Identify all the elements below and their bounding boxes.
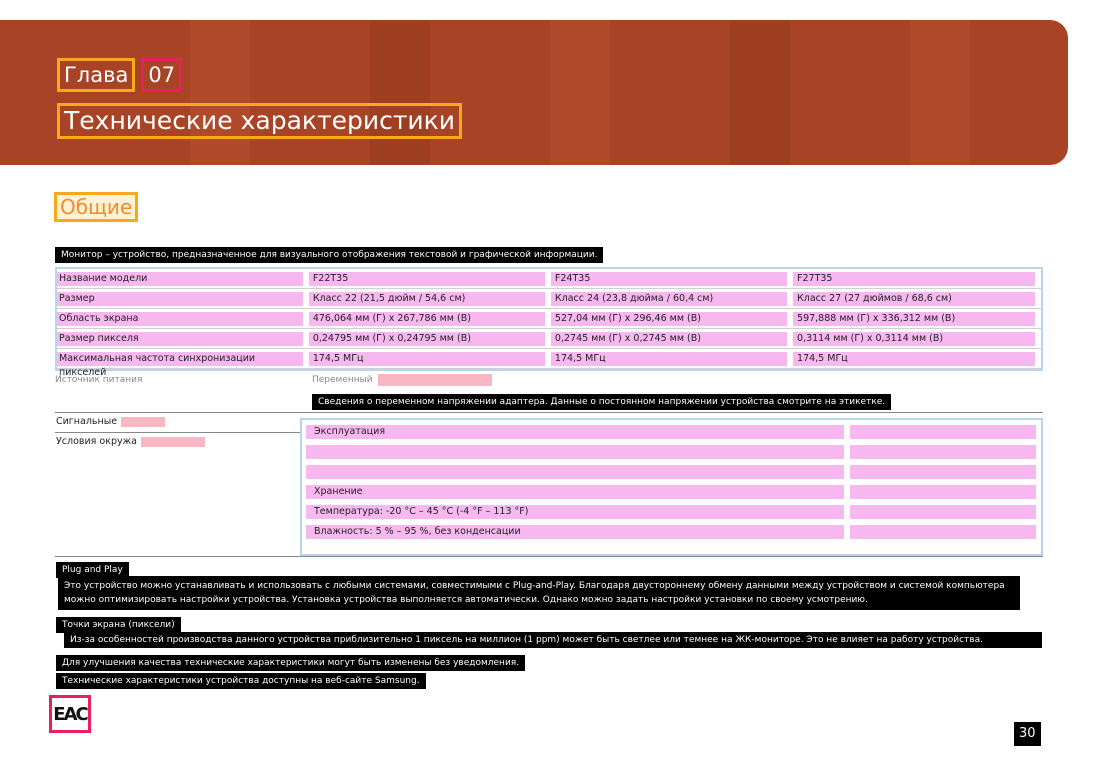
spec-value: F27T35 [793, 271, 1035, 286]
divider [55, 432, 300, 433]
signal-label: Сигнальные [56, 416, 166, 427]
spec-value: 476,064 мм (Г) x 267,786 мм (В) [308, 311, 545, 326]
power-value: Переменный [312, 375, 373, 385]
table-row: Максимальная частота синхронизации пиксе… [57, 349, 1041, 378]
spec-label: Область экрана [57, 311, 303, 326]
environment-table: Эксплуатация Температура: 10 °C – 40 °C … [300, 418, 1043, 556]
chapter-number: 07 [141, 58, 183, 92]
dead-pixel-text: Из-за особенностей производства данного … [64, 632, 1042, 648]
note-text: Для улучшения качества технические харак… [56, 655, 526, 671]
banner-facet [370, 20, 430, 165]
banner-facet [190, 20, 250, 165]
pnp-text: Это устройство можно устанавливать и исп… [58, 576, 1020, 610]
table-row: Влажность: 5 % – 95 %, без конденсации [306, 522, 1037, 542]
spec-value: 527,04 мм (Г) x 296,46 мм (В) [550, 311, 788, 326]
spec-value: 174,5 МГц [308, 351, 545, 366]
divider [55, 412, 1043, 413]
spec-label: Размер [57, 291, 303, 306]
chapter-heading: Глава 07 [57, 58, 183, 92]
table-row: Температура: 10 °C – 40 °C (50 °F – 104 … [306, 442, 1037, 462]
section-title: Общие [54, 192, 139, 222]
env-cell: Температура: 10 °C – 40 °C (50 °F – 104 … [306, 445, 844, 459]
spec-value: F24T35 [550, 271, 788, 286]
divider [55, 556, 1043, 557]
banner-facet [910, 20, 970, 165]
env-cell-empty [850, 425, 1036, 439]
table-row: Название модели F22T35 F24T35 F27T35 [57, 269, 1041, 289]
power-row: Источник питания Переменный [55, 375, 1043, 385]
redacted-tag [378, 374, 492, 386]
redacted-tag [141, 436, 205, 447]
spec-value: Класс 24 (23,8 дюйма / 60,4 см) [550, 291, 788, 306]
signal-label-text: Сигнальные [56, 416, 118, 427]
env-cell-empty [850, 445, 1036, 459]
env-cell-empty [850, 525, 1036, 539]
env-label: Условия окружа [56, 436, 205, 447]
env-cell: Температура: -20 °C – 45 °C (-4 °F – 113… [306, 505, 844, 519]
spec-value: 0,2745 мм (Г) x 0,2745 мм (В) [550, 331, 788, 346]
spec-label: Размер пикселя [57, 331, 303, 346]
table-row: Температура: -20 °C – 45 °C (-4 °F – 113… [306, 502, 1037, 522]
table-row: Хранение [306, 482, 1037, 502]
env-cell: Влажность: 5 % – 95 %, без конденсации [306, 525, 844, 539]
env-cell: Эксплуатация [306, 425, 844, 439]
chapter-title: Технические характеристики [57, 103, 462, 139]
table-row: Область экрана 476,064 мм (Г) x 267,786 … [57, 309, 1041, 329]
spec-value: 174,5 МГц [793, 351, 1035, 366]
env-label-text: Условия окружа [56, 436, 137, 447]
env-cell-empty [850, 505, 1036, 519]
env-cell-empty [850, 485, 1036, 499]
spec-label: Название модели [57, 271, 303, 286]
intro-text: Монитор – устройство, предназначенное дл… [55, 247, 604, 263]
eac-certification-mark: EAC [49, 695, 91, 733]
spec-value: 0,24795 мм (Г) x 0,24795 мм (В) [308, 331, 545, 346]
eac-mark-text: EAC [53, 703, 88, 725]
power-label: Источник питания [55, 375, 143, 385]
spec-label: Максимальная частота синхронизации пиксе… [57, 351, 303, 378]
table-row: Влажность: 10% – 80 %, без конденсации [306, 462, 1037, 482]
spec-value: F22T35 [308, 271, 545, 286]
power-note: Сведения о переменном напряжении адаптер… [312, 394, 892, 410]
env-cell-empty [850, 465, 1036, 479]
banner-facet [730, 20, 790, 165]
table-row: Размер пикселя 0,24795 мм (Г) x 0,24795 … [57, 329, 1041, 349]
spec-value: 174,5 МГц [550, 351, 788, 366]
env-cell: Влажность: 10% – 80 %, без конденсации [306, 465, 844, 479]
spec-table: Название модели F22T35 F24T35 F27T35 Раз… [55, 267, 1043, 378]
dead-pixel-label: Точки экрана (пиксели) [56, 617, 181, 633]
note-text: Технические характеристики устройства до… [56, 673, 426, 689]
banner-facet [550, 20, 610, 165]
spec-value: 0,3114 мм (Г) x 0,3114 мм (В) [793, 331, 1035, 346]
page-number: 30 [1014, 722, 1041, 746]
redacted-tag [121, 416, 166, 427]
chapter-banner: Глава 07 Технические характеристики [0, 20, 1068, 165]
spec-value: Класс 27 (27 дюймов / 68,6 см) [793, 291, 1035, 306]
table-row: Эксплуатация [306, 422, 1037, 442]
spec-value: Класс 22 (21,5 дюйм / 54,6 см) [308, 291, 545, 306]
env-cell: Хранение [306, 485, 844, 499]
table-row: Размер Класс 22 (21,5 дюйм / 54,6 см) Кл… [57, 289, 1041, 309]
spec-value: 597,888 мм (Г) x 336,312 мм (В) [793, 311, 1035, 326]
chapter-label: Глава [57, 58, 136, 92]
